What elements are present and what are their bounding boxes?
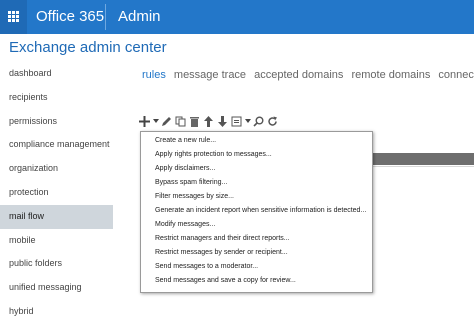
caret-down-icon[interactable] xyxy=(152,115,159,128)
copy-icon[interactable] xyxy=(174,115,187,128)
pencil-icon[interactable] xyxy=(160,115,173,128)
sidebar-item-public-folders[interactable]: public folders xyxy=(0,252,113,276)
menu-item-send-to-moderator[interactable]: Send messages to a moderator... xyxy=(155,263,258,270)
report-icon[interactable] xyxy=(230,115,243,128)
tab-message-trace[interactable]: message trace xyxy=(174,69,246,81)
top-bar: Office 365 Admin xyxy=(0,0,474,34)
rules-list-header xyxy=(369,153,474,165)
header-divider xyxy=(105,4,106,30)
sidebar-item-mail-flow[interactable]: mail flow xyxy=(0,204,113,229)
page-title: Exchange admin center xyxy=(9,39,167,56)
delete-icon[interactable] xyxy=(188,115,201,128)
rules-list-divider xyxy=(369,166,474,167)
menu-item-modify-messages[interactable]: Modify messages... xyxy=(155,221,215,228)
toolbar xyxy=(138,114,280,128)
tab-rules[interactable]: rules xyxy=(142,69,166,81)
caret-down-icon[interactable] xyxy=(244,115,251,128)
menu-item-generate-incident-report[interactable]: Generate an incident report when sensiti… xyxy=(155,207,366,214)
menu-item-apply-rights-protection[interactable]: Apply rights protection to messages... xyxy=(155,151,272,158)
refresh-icon[interactable] xyxy=(266,115,279,128)
search-icon[interactable] xyxy=(252,115,265,128)
tab-remote-domains[interactable]: remote domains xyxy=(351,69,430,81)
sidebar-item-recipients[interactable]: recipients xyxy=(0,86,113,110)
menu-item-filter-by-size[interactable]: Filter messages by size... xyxy=(155,193,234,200)
sidebar-item-unified-messaging[interactable]: unified messaging xyxy=(0,276,113,300)
menu-item-restrict-sender-recipient[interactable]: Restrict messages by sender or recipient… xyxy=(155,249,288,256)
sidebar-item-permissions[interactable]: permissions xyxy=(0,110,113,134)
brand-link[interactable]: Office 365 xyxy=(36,8,104,25)
tab-connectors[interactable]: connectors xyxy=(438,69,474,81)
menu-item-apply-disclaimers[interactable]: Apply disclaimers... xyxy=(155,165,215,172)
arrow-up-icon[interactable] xyxy=(202,115,215,128)
sidebar-item-hybrid[interactable]: hybrid xyxy=(0,300,113,324)
sidebar-item-dashboard[interactable]: dashboard xyxy=(0,62,113,86)
new-rule-dropdown-menu: Create a new rule... Apply rights protec… xyxy=(140,131,373,293)
tab-accepted-domains[interactable]: accepted domains xyxy=(254,69,343,81)
menu-item-send-and-save-copy[interactable]: Send messages and save a copy for review… xyxy=(155,277,296,284)
sidebar-item-organization[interactable]: organization xyxy=(0,157,113,181)
tab-bar: rules message trace accepted domains rem… xyxy=(142,69,474,81)
menu-item-bypass-spam-filtering[interactable]: Bypass spam filtering... xyxy=(155,179,227,186)
menu-item-restrict-managers[interactable]: Restrict managers and their direct repor… xyxy=(155,235,290,242)
sidebar-item-compliance-management[interactable]: compliance management xyxy=(0,133,113,157)
app-name[interactable]: Admin xyxy=(118,8,161,25)
arrow-down-icon[interactable] xyxy=(216,115,229,128)
app-launcher-button[interactable] xyxy=(0,0,27,34)
plus-icon[interactable] xyxy=(138,115,151,128)
waffle-icon xyxy=(8,11,19,22)
menu-item-create-new-rule[interactable]: Create a new rule... xyxy=(155,137,216,144)
sidebar-nav: dashboard recipients permissions complia… xyxy=(0,62,113,324)
sidebar-item-mobile[interactable]: mobile xyxy=(0,229,113,253)
sidebar-item-protection[interactable]: protection xyxy=(0,181,113,205)
